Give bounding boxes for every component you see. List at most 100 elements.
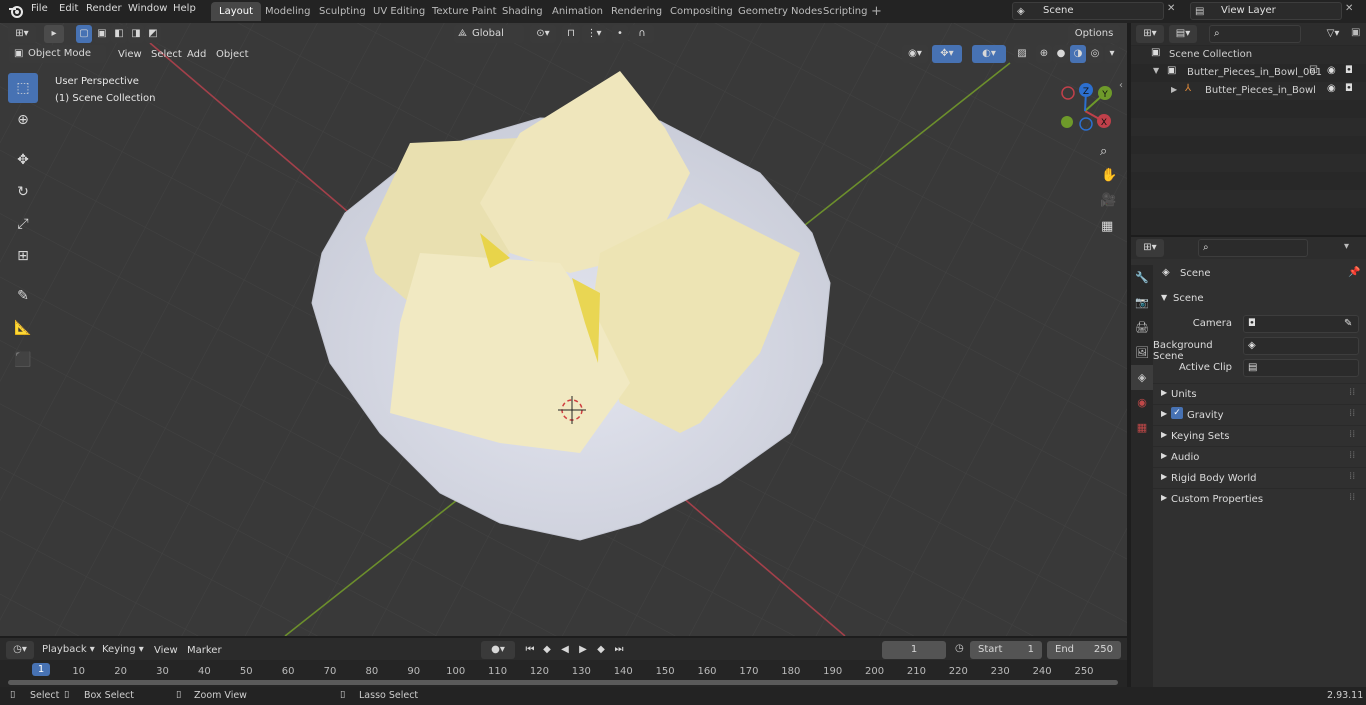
tab-rendering[interactable]: Rendering <box>603 2 670 21</box>
active-clip-field[interactable]: ▤ <box>1243 359 1359 377</box>
proportional-edit-toggle[interactable]: • <box>612 25 628 43</box>
background-scene-field[interactable]: ◈ <box>1243 337 1359 355</box>
overlay-toggle[interactable]: ◐▾ <box>972 45 1006 63</box>
playback-menu[interactable]: Playback ▾ <box>42 641 96 659</box>
outliner-editor-type[interactable]: ⊞▾ <box>1136 25 1164 43</box>
menu-help[interactable]: Help <box>173 3 196 14</box>
move-tool[interactable]: ✥ <box>8 145 38 175</box>
custom-properties-panel-header[interactable]: ▶ Custom Properties ⁞⁞ <box>1153 488 1366 508</box>
scene-selector[interactable]: ◈ Scene <box>1012 2 1164 20</box>
menu-select[interactable]: Select <box>151 49 182 60</box>
shading-rendered-button[interactable]: ◎ <box>1087 45 1103 63</box>
pan-hand-icon[interactable]: ✋ <box>1101 168 1117 183</box>
visibility-eye-icon[interactable]: ◉ <box>1327 65 1336 76</box>
tab-texture-paint[interactable]: Texture Paint <box>424 2 505 21</box>
timeline-scrollbar[interactable] <box>8 680 1118 685</box>
add-workspace-icon[interactable]: + <box>871 4 882 19</box>
close-scene-icon[interactable]: ✕ <box>1167 3 1175 14</box>
camera-view-icon[interactable]: 🎥 <box>1100 193 1116 208</box>
tab-compositing[interactable]: Compositing <box>662 2 741 21</box>
blender-logo-icon[interactable] <box>8 3 24 19</box>
expand-arrow-icon[interactable]: ▼ <box>1153 66 1159 75</box>
render-tab-icon[interactable]: 📷 <box>1131 290 1153 315</box>
tab-shading[interactable]: Shading <box>494 2 551 21</box>
gizmo-toggle[interactable]: ✥▾ <box>932 45 962 63</box>
measure-tool[interactable]: 📐 <box>8 313 38 343</box>
preview-range-icon[interactable]: ◷ <box>955 643 964 654</box>
drag-handle-icon[interactable]: ⁞⁞ <box>1349 450 1355 461</box>
viewport-3d[interactable]: ⊞▾ ▸ ▢ ▣ ◧ ◨ ◩ ⟁ Global ⊙▾ ⊓ ⋮▾ • ∩ Opti… <box>0 23 1127 636</box>
options-dropdown[interactable]: Options <box>1068 25 1120 43</box>
outliner-search[interactable]: ⌕ <box>1209 25 1301 43</box>
expand-arrow-icon[interactable]: ▶ <box>1171 85 1177 94</box>
texture-tab-icon[interactable]: ▦ <box>1131 415 1153 440</box>
tab-scripting[interactable]: Scripting <box>815 2 875 21</box>
properties-options-icon[interactable]: ▾ <box>1344 241 1349 252</box>
select-box-tool[interactable]: ⬚ <box>8 73 38 103</box>
scene-tab-icon[interactable]: ◈ <box>1131 365 1153 390</box>
sidebar-toggle-icon[interactable]: ‹ <box>1119 80 1123 91</box>
navigation-gizmo[interactable]: X Y Z <box>1058 81 1116 139</box>
keying-menu[interactable]: Keying ▾ <box>102 641 146 659</box>
exclude-checkbox-icon[interactable]: ☑ <box>1309 65 1318 76</box>
menu-object[interactable]: Object <box>216 49 249 60</box>
snap-target-dropdown[interactable]: ⋮▾ <box>582 25 606 43</box>
audio-panel-header[interactable]: ▶ Audio ⁞⁞ <box>1153 446 1366 466</box>
outliner-display-mode[interactable]: ▤▾ <box>1169 25 1197 43</box>
outliner-row[interactable]: ▣ Scene Collection <box>1131 46 1366 64</box>
drag-handle-icon[interactable]: ⁞⁞ <box>1349 387 1355 398</box>
eyedropper-icon[interactable]: ✎ <box>1344 316 1352 332</box>
shading-solid-button[interactable]: ● <box>1053 45 1069 63</box>
timeline-view-menu[interactable]: View <box>154 645 178 656</box>
object-mode-dropdown[interactable]: ▣ Object Mode <box>9 45 106 63</box>
camera-field[interactable]: ◘ ✎ <box>1243 315 1359 333</box>
drag-handle-icon[interactable]: ⁞⁞ <box>1349 408 1355 419</box>
transform-tool[interactable]: ⊞ <box>8 241 38 271</box>
gravity-panel-header[interactable]: ▶ ✓ Gravity ⁞⁞ <box>1153 404 1366 424</box>
properties-search[interactable]: ⌕ <box>1198 239 1308 257</box>
falloff-dropdown[interactable]: ∩ <box>630 25 654 43</box>
add-cube-tool[interactable]: ⬛ <box>8 345 38 375</box>
drag-handle-icon[interactable]: ⁞⁞ <box>1349 492 1355 503</box>
menu-edit[interactable]: Edit <box>59 3 78 14</box>
annotate-tool[interactable]: ✎ <box>8 281 38 311</box>
output-tab-icon[interactable]: 🖨 <box>1131 315 1153 340</box>
rigid-body-world-panel-header[interactable]: ▶ Rigid Body World ⁞⁞ <box>1153 467 1366 487</box>
jump-end-button[interactable]: ⏭ <box>611 641 627 659</box>
ortho-toggle-icon[interactable]: ▦ <box>1101 219 1113 234</box>
outliner-row[interactable]: ▼ ▣ Butter_Pieces_in_Bowl_001 ☑ ◉ ◘ <box>1131 64 1366 82</box>
select-tool-button[interactable]: ▸ <box>44 25 64 43</box>
snap-toggle[interactable]: ⊓ <box>562 25 580 43</box>
cursor-tool[interactable]: ⊕ <box>8 105 38 135</box>
tab-animation[interactable]: Animation <box>544 2 611 21</box>
tab-uv-editing[interactable]: UV Editing <box>365 2 433 21</box>
menu-window[interactable]: Window <box>128 3 167 14</box>
scene-panel-header[interactable]: ▼ Scene <box>1153 289 1366 309</box>
timeline-editor-type[interactable]: ◷▾ <box>6 641 34 659</box>
view-layer-selector[interactable]: ▤ View Layer <box>1190 2 1342 20</box>
mode-intersect-button[interactable]: ◨ <box>128 25 144 43</box>
mode-extend-button[interactable]: ▣ <box>94 25 110 43</box>
jump-start-button[interactable]: ⏮ <box>522 641 538 659</box>
transform-orientation-dropdown[interactable]: ⟁ Global <box>454 25 524 43</box>
menu-view[interactable]: View <box>118 49 142 60</box>
view-layer-tab-icon[interactable]: 🖼 <box>1131 340 1153 365</box>
render-camera-icon[interactable]: ◘ <box>1345 83 1353 94</box>
tab-modeling[interactable]: Modeling <box>257 2 319 21</box>
start-frame-field[interactable]: Start 1 <box>970 641 1042 659</box>
tab-layout[interactable]: Layout <box>211 2 261 21</box>
visibility-dropdown[interactable]: ◉▾ <box>902 45 928 63</box>
close-view-layer-icon[interactable]: ✕ <box>1345 3 1353 14</box>
properties-editor-type[interactable]: ⊞▾ <box>1136 239 1164 257</box>
record-button[interactable]: ●▾ <box>481 641 515 659</box>
play-button[interactable]: ▶ <box>575 641 591 659</box>
menu-file[interactable]: File <box>31 3 48 14</box>
timeline-ruler[interactable]: 1 10 20 30 40 50 60 70 80 90 100 110 120 130 140 150 16… <box>0 660 1127 687</box>
outliner-new-collection-icon[interactable]: ▣ <box>1351 27 1360 38</box>
outliner-filter[interactable]: ▽▾ <box>1319 25 1347 43</box>
units-panel-header[interactable]: ▶ Units ⁞⁞ <box>1153 383 1366 403</box>
pivot-dropdown[interactable]: ⊙▾ <box>530 25 556 43</box>
next-keyframe-button[interactable]: ◆ <box>593 641 609 659</box>
current-frame-field[interactable]: 1 <box>882 641 946 659</box>
drag-handle-icon[interactable]: ⁞⁞ <box>1349 471 1355 482</box>
